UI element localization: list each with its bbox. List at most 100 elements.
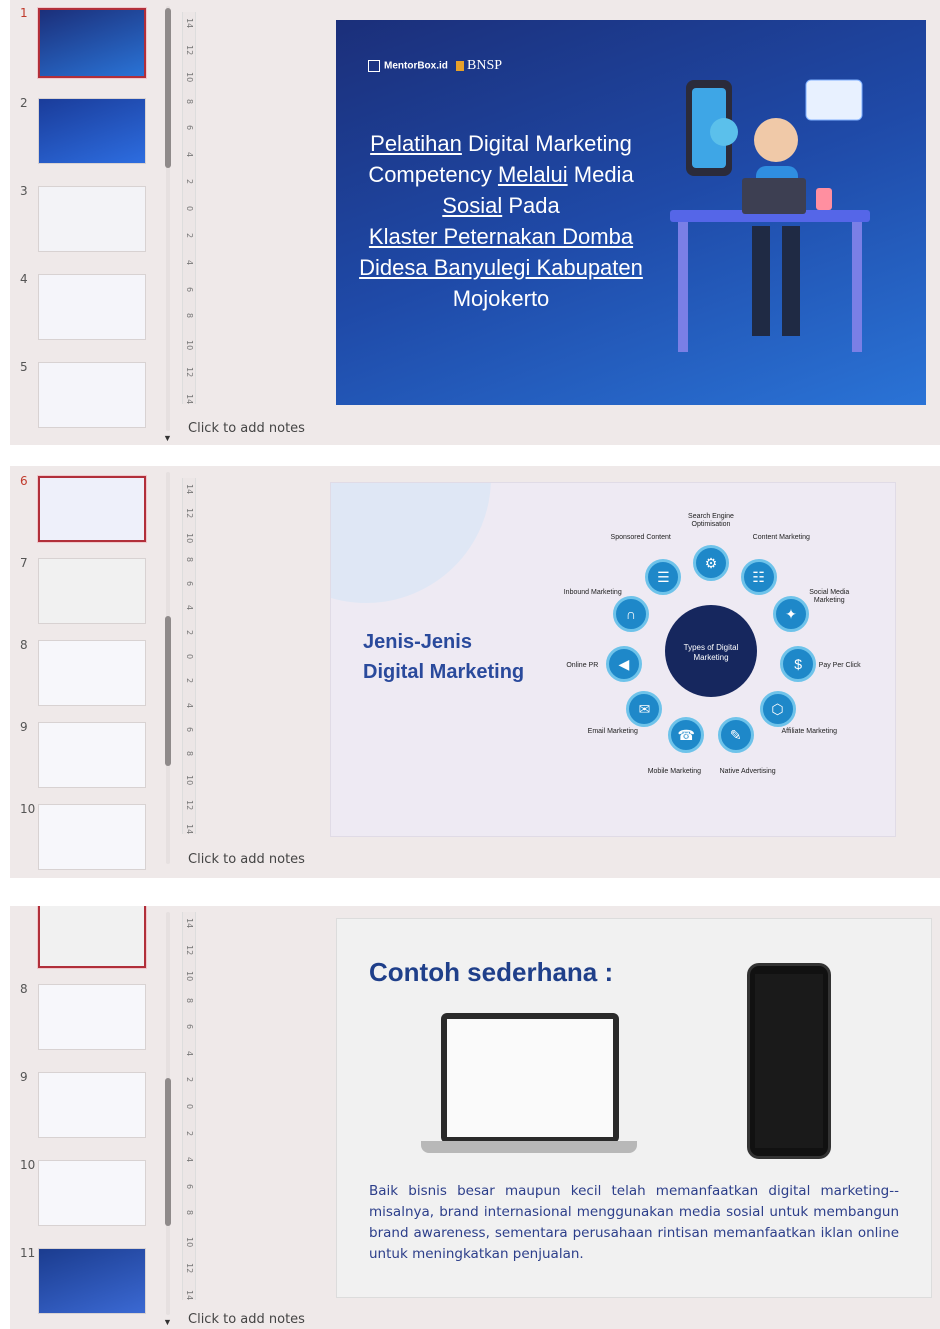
ruler-tick: 4	[185, 605, 194, 611]
phone-icon: ☎	[668, 717, 705, 754]
ruler-tick: 8	[185, 1210, 194, 1216]
slide-number: 2	[20, 96, 28, 110]
decorative-circle	[331, 483, 491, 603]
hub-circle: Types of Digital Marketing	[665, 605, 757, 697]
ruler-tick: 12	[185, 944, 194, 955]
editor-window-2: 6 7 8 9 10 14 12 10 8 6 4 2 0 2 4 6 8 10 12 14 Jenis-J…	[10, 466, 940, 878]
bnsp-logo: BNSP	[456, 58, 502, 74]
thumbnail-image	[38, 98, 146, 164]
ruler-tick: 12	[185, 508, 194, 519]
ruler-tick: 10	[185, 971, 194, 982]
thumbnail-scrollbar[interactable]: ▼	[160, 906, 176, 1329]
thumbnail-image	[38, 558, 146, 624]
thumbnail-image	[37, 7, 147, 79]
notes-placeholder[interactable]: Click to add notes	[188, 421, 305, 436]
leg	[782, 226, 800, 336]
scroll-thumb[interactable]	[165, 616, 171, 766]
thumbnail-image	[37, 475, 147, 543]
slide-number: 11	[20, 1246, 36, 1260]
thumbnail-image	[38, 1248, 146, 1314]
leg	[752, 226, 770, 336]
slide-number: 7	[20, 556, 28, 570]
vertical-ruler: 14 12 10 8 6 4 2 0 2 4 6 8 10 12 14	[182, 478, 196, 834]
slide-canvas[interactable]: Jenis-Jenis Digital Marketing Types of D…	[330, 482, 896, 837]
ruler-tick: 8	[185, 313, 194, 319]
node-label: Pay Per Click	[818, 661, 861, 669]
ruler-tick: 6	[185, 1024, 194, 1030]
ruler-tick: 14	[185, 918, 194, 929]
ruler-tick: 14	[185, 394, 194, 405]
thumbnail-scrollbar[interactable]: ▼	[160, 0, 176, 445]
slide-thumbnail-pane: 6 7 8 9 10	[10, 466, 175, 878]
ruler-tick: 8	[185, 98, 194, 104]
thumbnail-image	[38, 722, 146, 788]
face	[754, 118, 798, 162]
slide-title: Pelatihan Digital Marketing Competency M…	[359, 131, 643, 311]
thumbnail-image	[38, 1072, 146, 1138]
ruler-tick: 10	[185, 532, 194, 543]
ruler-tick: 8	[185, 751, 194, 757]
node-label: Native Advertising	[719, 767, 776, 775]
ruler-tick: 2	[185, 1077, 194, 1083]
ruler-tick: 2	[185, 629, 194, 635]
slide-title: Contoh sederhana :	[369, 957, 614, 987]
scroll-down-arrow-icon[interactable]: ▼	[163, 433, 172, 443]
thumbnail-image	[38, 1160, 146, 1226]
slide-number: 4	[20, 272, 28, 286]
ruler-tick: 4	[185, 1157, 194, 1163]
person-at-desk-illustration	[670, 79, 870, 352]
thumbnail-image	[38, 640, 146, 706]
ruler-tick: 0	[185, 206, 194, 212]
ruler-tick: 0	[185, 1104, 194, 1110]
ruler-tick: 14	[185, 1290, 194, 1301]
thumbnail-scrollbar[interactable]	[160, 466, 176, 878]
ruler-tick: 14	[185, 18, 194, 29]
slide-number: 3	[20, 184, 28, 198]
list-icon: ☰	[645, 558, 682, 595]
notes-placeholder[interactable]: Click to add notes	[188, 1312, 305, 1327]
scroll-down-arrow-icon[interactable]: ▼	[163, 1317, 172, 1327]
scroll-thumb[interactable]	[165, 1078, 171, 1226]
ruler-tick: 12	[185, 799, 194, 810]
node-label: Content Marketing	[752, 533, 810, 541]
ruler-tick: 6	[185, 726, 194, 732]
vertical-ruler: 14 12 10 8 6 4 2 0 2 4 6 8 10 12 14	[182, 912, 196, 1300]
gear-icon: ⚙	[693, 545, 729, 581]
ruler-tick: 14	[185, 824, 194, 835]
slide-title: Jenis-Jenis	[363, 631, 472, 653]
slide-number: 6	[20, 474, 28, 488]
slide-thumbnail-pane: 1 2 3 4 5	[10, 0, 175, 445]
ruler-tick: 12	[185, 44, 194, 56]
editor-window-1: 1 2 3 4 5 ▼ 14 12 10 8 6 4 2 0 2 4 6 8 10 12 14 Mentor…	[10, 0, 940, 445]
ruler-tick: 12	[185, 1263, 194, 1274]
thumbnail-image	[38, 984, 146, 1050]
slide-canvas[interactable]: Contoh sederhana : Baik bisnis besar mau…	[336, 918, 932, 1298]
node-label: Search Engine Optimisation	[688, 513, 734, 528]
thumbnail-image	[38, 186, 146, 252]
ruler-tick: 2	[185, 179, 194, 185]
ruler-tick: 6	[185, 581, 194, 587]
scroll-thumb[interactable]	[165, 8, 171, 168]
ruler-tick: 8	[185, 997, 194, 1003]
slide-subtitle: Digital Marketing	[363, 661, 525, 683]
ruler-tick: 10	[185, 71, 194, 82]
ruler-tick: 2	[185, 678, 194, 684]
slide-canvas[interactable]: MentorBox.id BNSP Pelatihan Digital Mark…	[336, 20, 926, 405]
ruler-tick: 4	[185, 702, 194, 708]
ruler-tick: 10	[185, 340, 194, 351]
slide-number: 10	[20, 1158, 36, 1172]
ruler-tick: 6	[185, 1183, 194, 1189]
laptop-screen	[441, 1013, 619, 1143]
node-label: Mobile Marketing	[647, 767, 702, 775]
laptop	[742, 178, 806, 214]
desk-leg	[852, 222, 862, 352]
ruler-tick: 10	[185, 1236, 194, 1248]
thumbnail-image	[38, 804, 146, 870]
mentorbox-logo-icon	[368, 60, 380, 72]
slide-number: 8	[20, 638, 28, 652]
thumbnail-image	[38, 362, 146, 428]
ruler-tick: 4	[185, 1050, 194, 1056]
ruler-tick: 14	[185, 484, 194, 495]
ruler-tick: 10	[185, 775, 194, 786]
notes-placeholder[interactable]: Click to add notes	[188, 852, 305, 867]
